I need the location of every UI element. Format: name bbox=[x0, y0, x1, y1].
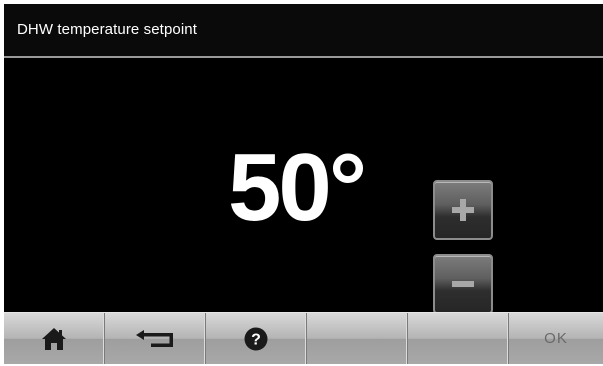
home-icon bbox=[42, 328, 66, 350]
back-button[interactable] bbox=[105, 313, 206, 364]
bottom-toolbar: ? OK bbox=[4, 312, 603, 364]
page-title: DHW temperature setpoint bbox=[17, 21, 197, 38]
ok-button[interactable]: OK bbox=[509, 313, 603, 364]
ok-button-label: OK bbox=[544, 330, 568, 347]
title-bar: DHW temperature setpoint bbox=[4, 4, 603, 56]
back-arrow-icon bbox=[136, 330, 173, 347]
help-button[interactable]: ? bbox=[206, 313, 307, 364]
empty-toolbar-slot-1 bbox=[307, 313, 408, 364]
help-icon: ? bbox=[244, 327, 268, 351]
plus-icon bbox=[452, 199, 474, 221]
increase-button[interactable] bbox=[433, 180, 493, 240]
decrease-button[interactable] bbox=[433, 254, 493, 314]
device-screen: DHW temperature setpoint 50° ? OK bbox=[4, 4, 603, 364]
svg-text:?: ? bbox=[251, 332, 261, 349]
home-button[interactable] bbox=[4, 313, 105, 364]
empty-toolbar-slot-2 bbox=[408, 313, 509, 364]
minus-icon bbox=[452, 281, 474, 287]
main-area: 50° bbox=[4, 58, 603, 314]
setpoint-value: 50° bbox=[228, 134, 367, 241]
